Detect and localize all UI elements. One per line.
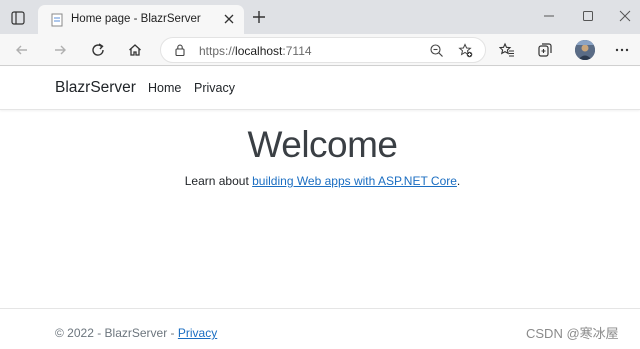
url-port: :7114 xyxy=(282,44,312,58)
address-url: https://localhost:7114 xyxy=(199,44,312,58)
navbar-brand[interactable]: BlazrServer xyxy=(55,79,136,97)
footer-privacy-link[interactable]: Privacy xyxy=(178,326,217,340)
tab-title: Home page - BlazrServer xyxy=(71,13,201,25)
browser-tab[interactable]: Home page - BlazrServer xyxy=(38,5,244,34)
browser-toolbar: https://localhost:7114 xyxy=(0,34,640,66)
profile-avatar[interactable] xyxy=(575,40,595,60)
url-host: localhost xyxy=(235,44,283,58)
more-icon[interactable] xyxy=(612,40,632,60)
add-favorite-icon[interactable] xyxy=(458,43,473,58)
learn-about-text: Learn about building Web apps with ASP.N… xyxy=(0,174,640,188)
forward-icon[interactable] xyxy=(50,40,70,60)
close-window-icon[interactable] xyxy=(618,9,632,23)
aspnet-docs-link[interactable]: building Web apps with ASP.NET Core xyxy=(252,174,457,188)
browser-tab-strip: Home page - BlazrServer xyxy=(0,0,640,34)
page-heading: Welcome xyxy=(247,124,398,165)
footer-text: © 2022 - BlazrServer - Privacy xyxy=(55,326,217,340)
nav-link-home[interactable]: Home xyxy=(148,81,181,95)
minimize-icon[interactable] xyxy=(542,9,556,23)
back-icon[interactable] xyxy=(12,40,32,60)
window-menu-icon[interactable] xyxy=(10,10,26,26)
url-protocol: https:// xyxy=(199,44,236,58)
footer-copyright: © 2022 - BlazrServer - xyxy=(55,326,178,340)
home-icon[interactable] xyxy=(125,40,145,60)
page-favicon-icon xyxy=(50,13,64,27)
zoom-out-icon[interactable] xyxy=(429,43,444,58)
new-tab-icon[interactable] xyxy=(251,9,267,25)
close-tab-icon[interactable] xyxy=(222,12,236,26)
nav-link-privacy[interactable]: Privacy xyxy=(194,81,235,95)
address-bar[interactable]: https://localhost:7114 xyxy=(160,37,486,63)
maximize-icon[interactable] xyxy=(581,9,595,23)
site-navbar: BlazrServer Home Privacy xyxy=(0,67,640,110)
watermark: CSDN @寒冰屋 xyxy=(526,326,619,341)
lock-icon[interactable] xyxy=(173,43,187,57)
favorites-icon[interactable] xyxy=(497,40,517,60)
learn-prefix: Learn about xyxy=(184,174,253,188)
refresh-icon[interactable] xyxy=(88,40,108,60)
collections-icon[interactable] xyxy=(535,40,555,60)
learn-suffix: . xyxy=(456,174,461,188)
